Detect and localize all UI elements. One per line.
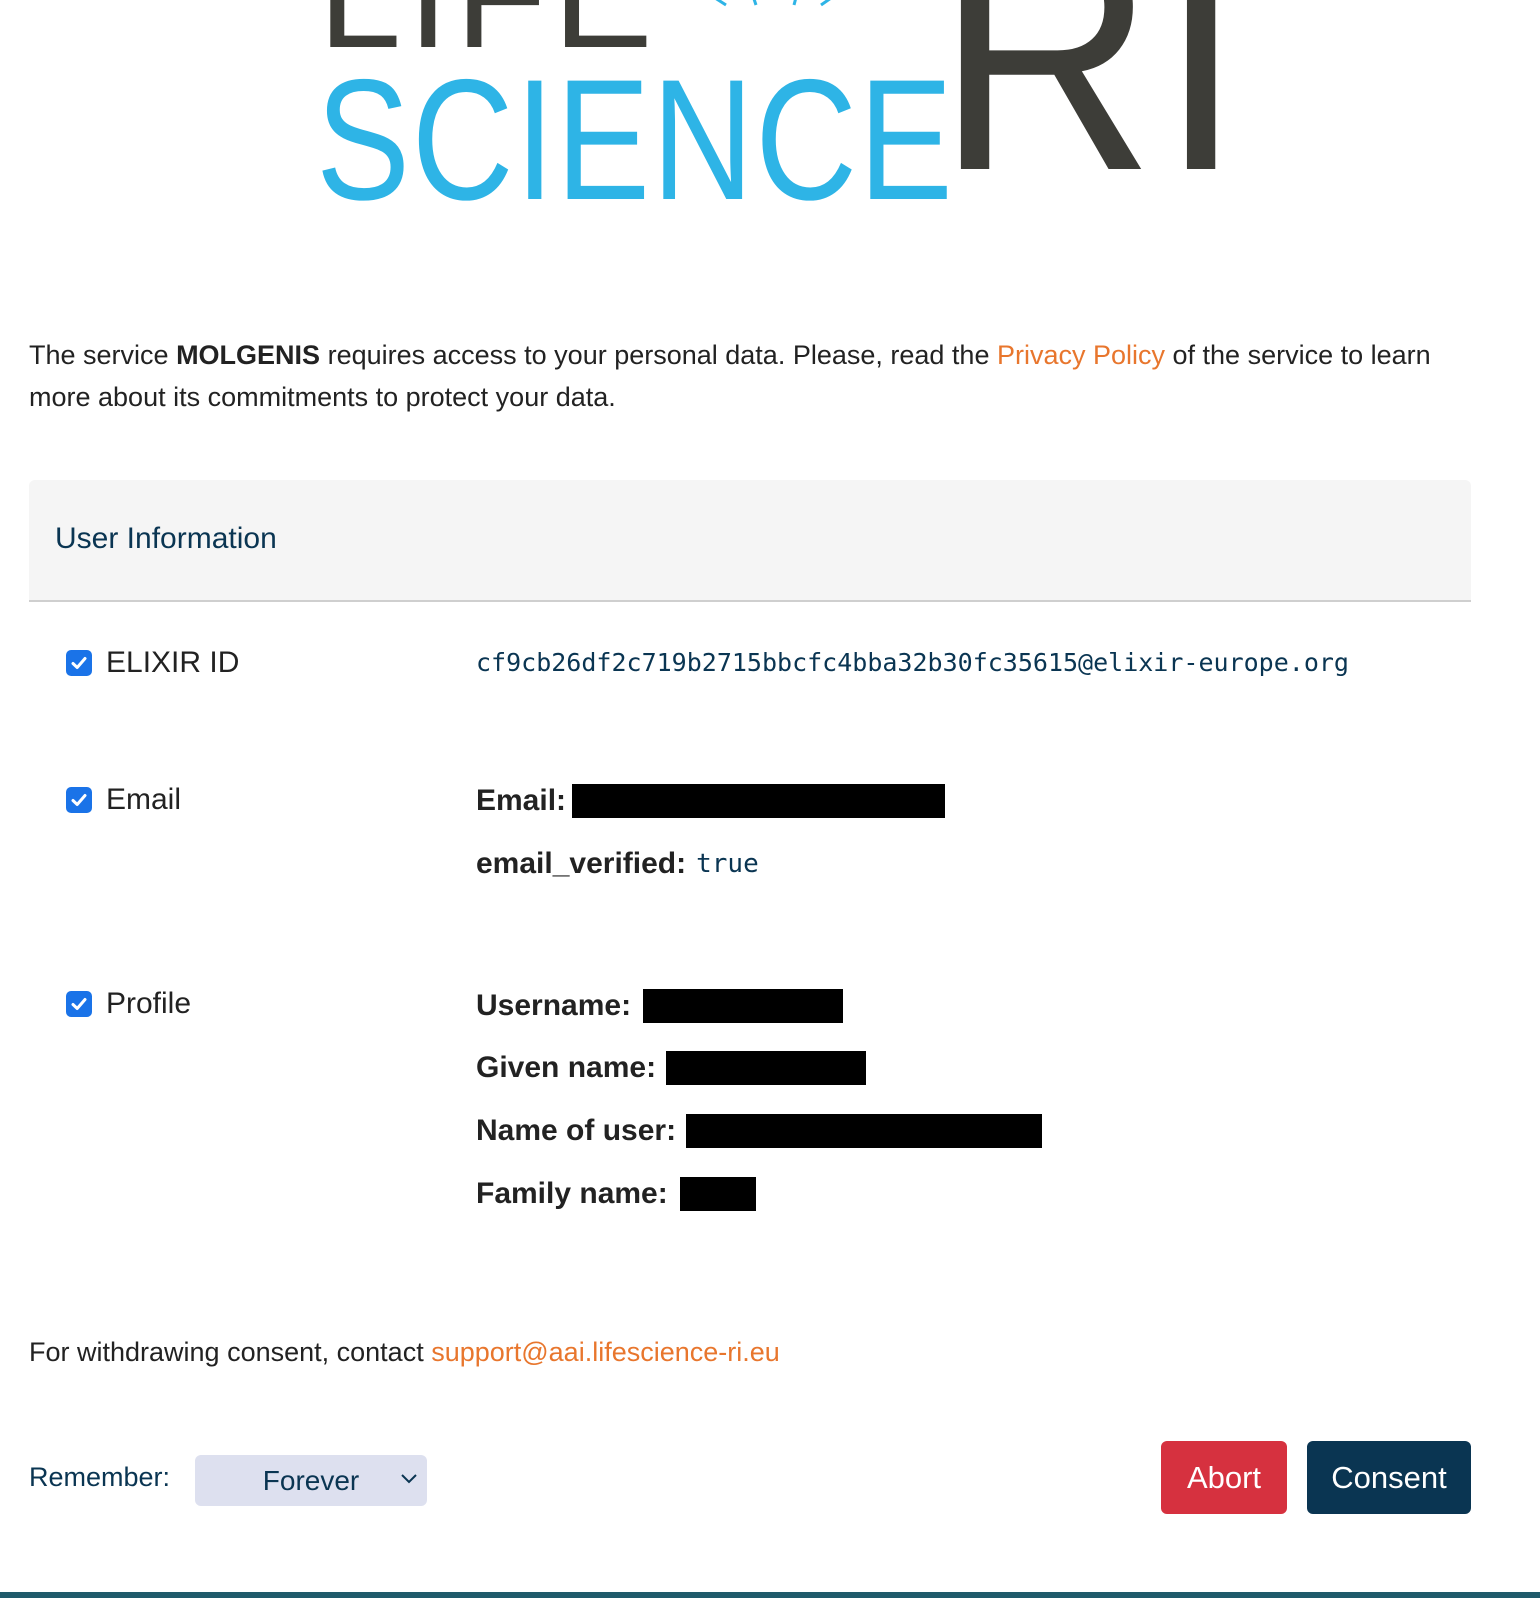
email-label: Email	[106, 783, 182, 816]
scope-profile: Profile	[66, 987, 191, 1021]
elixir-id-label: ELIXIR ID	[106, 646, 240, 679]
intro-text: The service MOLGENIS requires access to …	[29, 334, 1469, 418]
scope-email: Email	[66, 783, 181, 817]
privacy-policy-link[interactable]: Privacy Policy	[997, 340, 1165, 370]
intro-prefix: The service	[29, 340, 177, 370]
username-key: Username:	[476, 989, 632, 1022]
support-email-link[interactable]: support@aai.lifescience-ri.eu	[431, 1337, 780, 1367]
given-name-key: Given name:	[476, 1051, 657, 1084]
scope-elixir-id: ELIXIR ID	[66, 646, 239, 680]
email-claim: Email:	[476, 784, 946, 818]
remember-select[interactable]: Forever	[195, 1455, 427, 1506]
redacted-family-name	[679, 1177, 756, 1211]
footer-divider	[0, 1592, 1540, 1598]
logo-word-ri: RI	[936, 0, 1247, 239]
card-title: User Information	[55, 522, 277, 555]
given-name-claim: Given name:	[476, 1051, 867, 1085]
email-verified-key: email_verified:	[476, 847, 687, 880]
service-name: MOLGENIS	[176, 340, 321, 370]
profile-checkbox[interactable]	[66, 991, 92, 1017]
logo-rays-icon	[715, 0, 831, 7]
elixir-id-value: cf9cb26df2c719b2715bbcfc4bba32b30fc35615…	[476, 648, 1349, 677]
withdraw-consent-text: For withdrawing consent, contact support…	[29, 1337, 780, 1368]
user-information-header: User Information	[29, 480, 1471, 602]
redacted-email	[572, 784, 946, 818]
remember-label: Remember:	[29, 1462, 171, 1492]
consent-page: LIFE SCIENCE RI The service MOLGENIS req…	[0, 0, 1540, 1598]
redacted-given-name	[666, 1051, 867, 1085]
email-key: Email:	[476, 784, 567, 817]
username-claim: Username:	[476, 989, 844, 1023]
consent-button[interactable]: Consent	[1307, 1441, 1471, 1514]
check-icon	[71, 998, 87, 1010]
abort-button[interactable]: Abort	[1161, 1441, 1287, 1514]
life-science-ri-logo: LIFE SCIENCE RI	[316, 0, 1243, 226]
check-icon	[71, 657, 87, 669]
redacted-name-of-user	[686, 1114, 1043, 1148]
email-checkbox[interactable]	[66, 787, 92, 813]
email-verified-claim: email_verified: true	[476, 847, 759, 881]
email-verified-value: true	[696, 849, 759, 879]
intro-middle: requires access to your personal data. P…	[320, 340, 997, 370]
name-of-user-claim: Name of user:	[476, 1114, 1043, 1148]
redacted-username	[643, 989, 844, 1023]
remember-selected-value: Forever	[262, 1464, 360, 1496]
name-of-user-key: Name of user:	[476, 1114, 677, 1147]
elixir-id-checkbox[interactable]	[66, 650, 92, 676]
logo-word-science: SCIENCE	[316, 44, 955, 236]
profile-label: Profile	[106, 987, 192, 1020]
family-name-claim: Family name:	[476, 1177, 756, 1211]
family-name-key: Family name:	[476, 1177, 668, 1210]
check-icon	[71, 794, 87, 806]
chevron-down-icon	[401, 1474, 417, 1484]
withdraw-prefix: For withdrawing consent, contact	[29, 1337, 432, 1367]
